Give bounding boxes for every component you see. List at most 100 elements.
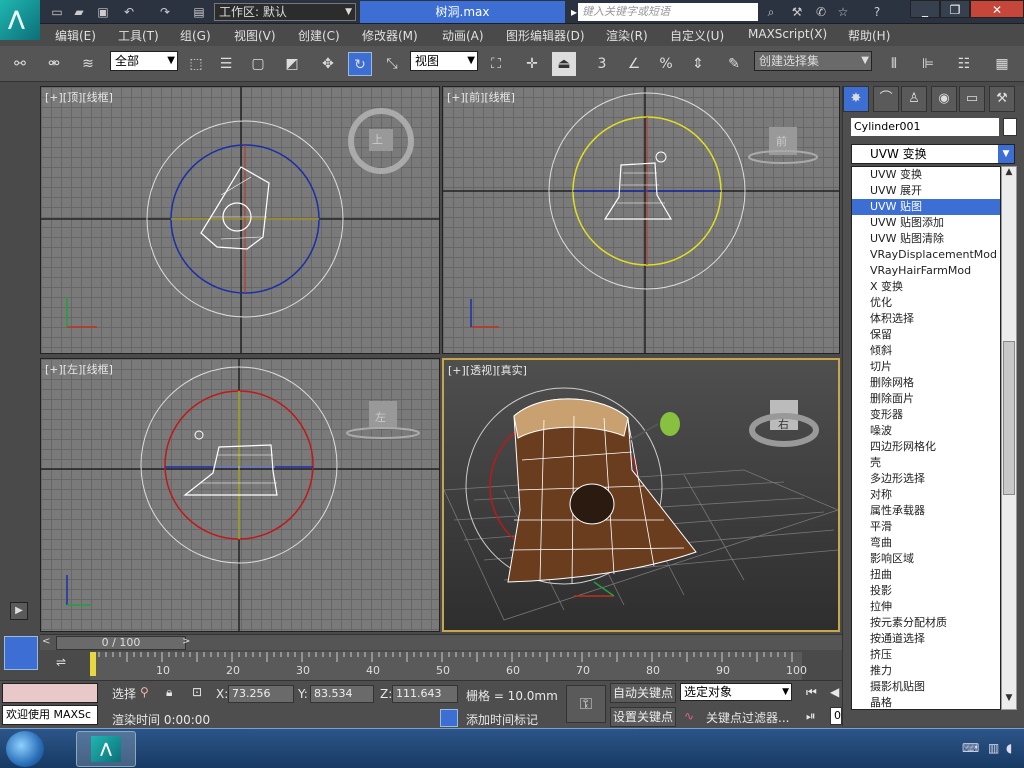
move-icon[interactable]: ✥ — [316, 52, 340, 76]
modifier-list-item[interactable]: 推力 — [852, 663, 1000, 679]
auto-key-button[interactable]: 自动关键点 — [610, 683, 676, 703]
unlink-icon[interactable]: ⚮ — [42, 52, 66, 76]
modify-tab-icon[interactable]: ⌒ — [873, 86, 899, 112]
display-tab-icon[interactable]: ▭ — [959, 86, 985, 112]
current-frame-field[interactable]: 0 — [830, 707, 842, 725]
x-coordinate-field[interactable]: 73.256 — [228, 685, 294, 703]
modifier-list-item[interactable]: 对称 — [852, 487, 1000, 503]
modifier-list-item[interactable]: 噪波 — [852, 423, 1000, 439]
modifier-list-item[interactable]: 影响区域 — [852, 551, 1000, 567]
network-tray-icon[interactable]: ▥ — [988, 741, 999, 755]
modifier-list-item[interactable]: 按元素分配材质 — [852, 615, 1000, 631]
viewport-top[interactable]: [+][顶][线框] 上 — [40, 86, 440, 354]
angle-snap-icon[interactable]: ∠ — [622, 52, 646, 76]
selection-filter-dropdown[interactable]: 全部 ▼ — [110, 51, 178, 71]
taskbar-3dsmax-app[interactable]: ⋀ — [76, 731, 136, 767]
modifier-list[interactable]: UVW 变换 UVW 展开 UVW 贴图 UVW 贴图添加 UVW 贴图清除 VRayDi… — [851, 166, 1001, 710]
scale-icon[interactable]: ⤡ — [380, 52, 404, 76]
scroll-up-icon[interactable]: ▲ — [1003, 167, 1015, 181]
menu-customize[interactable]: 自定义(U) — [670, 27, 724, 44]
modifier-list-item[interactable]: 扭曲 — [852, 567, 1000, 583]
menu-view[interactable]: 视图(V) — [234, 27, 276, 44]
volume-tray-icon[interactable]: ◖ — [1006, 741, 1012, 755]
search-input[interactable]: 键入关键字或短语 — [578, 3, 758, 21]
modifier-list-dropdown[interactable]: UVW 变换 ▼ — [851, 144, 1015, 164]
scroll-thumb[interactable] — [1003, 341, 1015, 495]
hierarchy-tab-icon[interactable]: ♙ — [901, 86, 927, 112]
modifier-list-item[interactable]: UVW 贴图 — [852, 199, 1000, 215]
modifier-list-item[interactable]: 切片 — [852, 359, 1000, 375]
percent-snap-icon[interactable]: % — [654, 52, 678, 76]
time-slider[interactable]: 0 / 100 — [56, 636, 186, 650]
lock-icon[interactable]: 🔒︎ — [166, 685, 172, 700]
menu-edit[interactable]: 编辑(E) — [55, 27, 96, 44]
time-prev-arrow-icon[interactable]: < — [42, 636, 54, 650]
time-tag-icon[interactable] — [440, 709, 458, 727]
viewport-layout-icon[interactable] — [4, 636, 38, 670]
viewport-perspective-label[interactable]: [+][透视][真实] — [448, 362, 527, 378]
key-filters-button[interactable]: 关键点过滤器... — [706, 709, 789, 726]
modifier-list-item[interactable]: 优化 — [852, 295, 1000, 311]
workspace-dropdown[interactable]: 工作区: 默认 ▼ — [214, 3, 356, 21]
viewport-left-label[interactable]: [+][左][线框] — [45, 361, 113, 377]
open-file-icon[interactable]: ▰ — [70, 3, 88, 21]
modifier-list-item[interactable]: 多边形选择 — [852, 471, 1000, 487]
modifier-list-item[interactable]: UVW 展开 — [852, 183, 1000, 199]
align-icon[interactable]: ⊫ — [916, 52, 940, 76]
menu-group[interactable]: 组(G) — [180, 27, 211, 44]
modifier-list-item[interactable]: X 变换 — [852, 279, 1000, 295]
project-folder-icon[interactable]: ▤ — [190, 3, 208, 21]
start-button[interactable] — [6, 731, 44, 767]
select-by-name-icon[interactable]: ☰ — [214, 52, 238, 76]
menu-rendering[interactable]: 渲染(R) — [606, 27, 648, 44]
link-icon[interactable]: ⚯ — [8, 52, 32, 76]
snaps-toggle-icon[interactable]: 3 — [590, 52, 614, 76]
communication-icon[interactable]: ✆ — [812, 3, 830, 21]
modifier-list-item[interactable]: 倾斜 — [852, 343, 1000, 359]
rotate-icon[interactable]: ↻ — [348, 52, 372, 76]
modifier-list-item[interactable]: VRayHairFarmMod — [852, 263, 1000, 279]
object-color-swatch[interactable] — [1003, 118, 1017, 136]
binoculars-icon[interactable]: ⌕ — [762, 3, 780, 21]
key-mode-toggle-icon[interactable]: ⏯ — [806, 709, 816, 724]
viewport-front[interactable]: [+][前][线框] 前 — [442, 86, 840, 354]
graphite-tools-icon[interactable]: ▦ — [990, 52, 1014, 76]
modifier-list-item[interactable]: 投影 — [852, 583, 1000, 599]
modifier-list-item[interactable]: 删除面片 — [852, 391, 1000, 407]
track-bar[interactable]: 10 20 30 40 50 60 70 80 90 100 — [90, 652, 807, 680]
reference-coord-dropdown[interactable]: 视图 ▼ — [410, 51, 478, 71]
scroll-down-icon[interactable]: ▼ — [1003, 693, 1015, 707]
modifier-list-item[interactable]: 晶格 — [852, 695, 1000, 709]
select-object-icon[interactable]: ⬚ — [184, 52, 208, 76]
subscription-icon[interactable]: ⚒ — [788, 3, 806, 21]
keyboard-shortcut-override-icon[interactable]: ⏏ — [552, 52, 576, 76]
modifier-list-item[interactable]: UVW 贴图清除 — [852, 231, 1000, 247]
modifier-list-item[interactable]: 按通道选择 — [852, 631, 1000, 647]
menu-maxscript[interactable]: MAXScript(X) — [748, 27, 827, 41]
absolute-mode-icon[interactable]: ⊡ — [192, 685, 202, 699]
create-tab-icon[interactable]: ✸ — [843, 86, 869, 112]
key-filter-curve-icon[interactable]: ∿ — [684, 709, 694, 723]
view-cube-front[interactable]: 前 — [776, 133, 787, 149]
viewport-front-label[interactable]: [+][前][线框] — [447, 89, 515, 105]
view-cube-top[interactable]: 上 — [372, 131, 383, 147]
utilities-tab-icon[interactable]: ⚒ — [989, 86, 1015, 112]
select-manipulate-icon[interactable]: ✛ — [520, 52, 544, 76]
close-button[interactable]: ✕ — [970, 0, 1024, 18]
viewport-left[interactable]: [+][左][线框] 左 — [40, 358, 440, 632]
prev-frame-icon[interactable]: ◀ — [830, 685, 839, 699]
bind-space-warp-icon[interactable]: ≋ — [76, 52, 100, 76]
viewport-top-label[interactable]: [+][顶][线框] — [45, 89, 113, 105]
named-selection-dropdown[interactable]: 创建选择集 ▼ — [754, 51, 872, 71]
mirror-icon[interactable]: ⫴ — [882, 52, 906, 76]
y-coordinate-field[interactable]: 83.534 — [310, 685, 374, 703]
help-icon[interactable]: ? — [868, 3, 886, 21]
maxscript-listener-pink[interactable] — [2, 683, 98, 703]
modifier-list-item[interactable]: UVW 贴图添加 — [852, 215, 1000, 231]
minimize-button[interactable]: _ — [910, 0, 940, 18]
motion-tab-icon[interactable]: ◉ — [931, 86, 957, 112]
modifier-list-item[interactable]: 变形器 — [852, 407, 1000, 423]
modifier-list-item[interactable]: 平滑 — [852, 519, 1000, 535]
modifier-list-item[interactable]: 四边形网格化 — [852, 439, 1000, 455]
view-cube-left[interactable]: 左 — [375, 409, 386, 425]
